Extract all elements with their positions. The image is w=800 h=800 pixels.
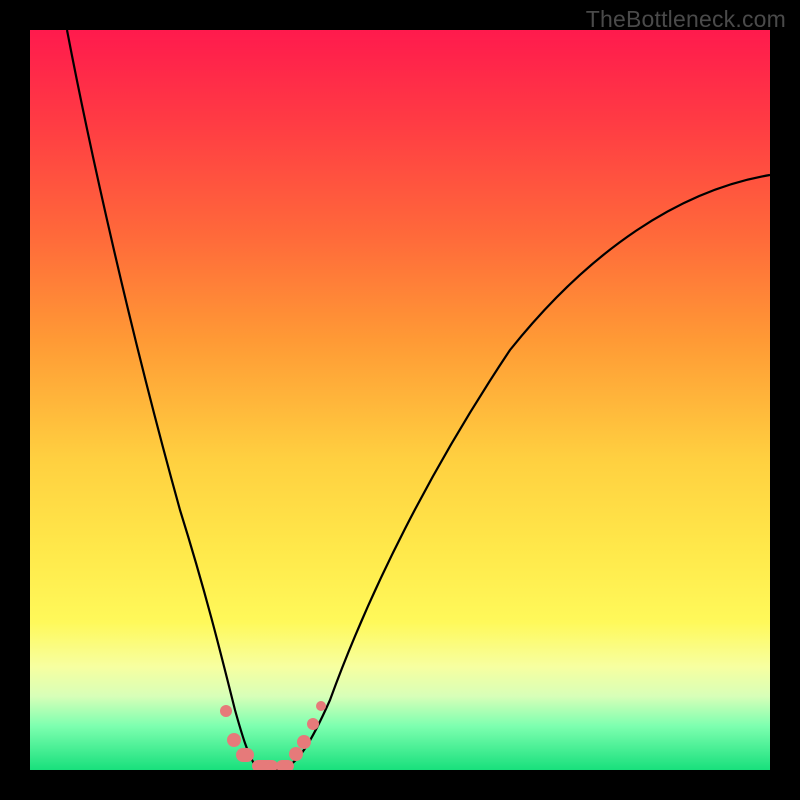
- bottleneck-line: [67, 30, 770, 769]
- curve-overlay: [30, 30, 770, 770]
- watermark-text: TheBottleneck.com: [586, 6, 786, 33]
